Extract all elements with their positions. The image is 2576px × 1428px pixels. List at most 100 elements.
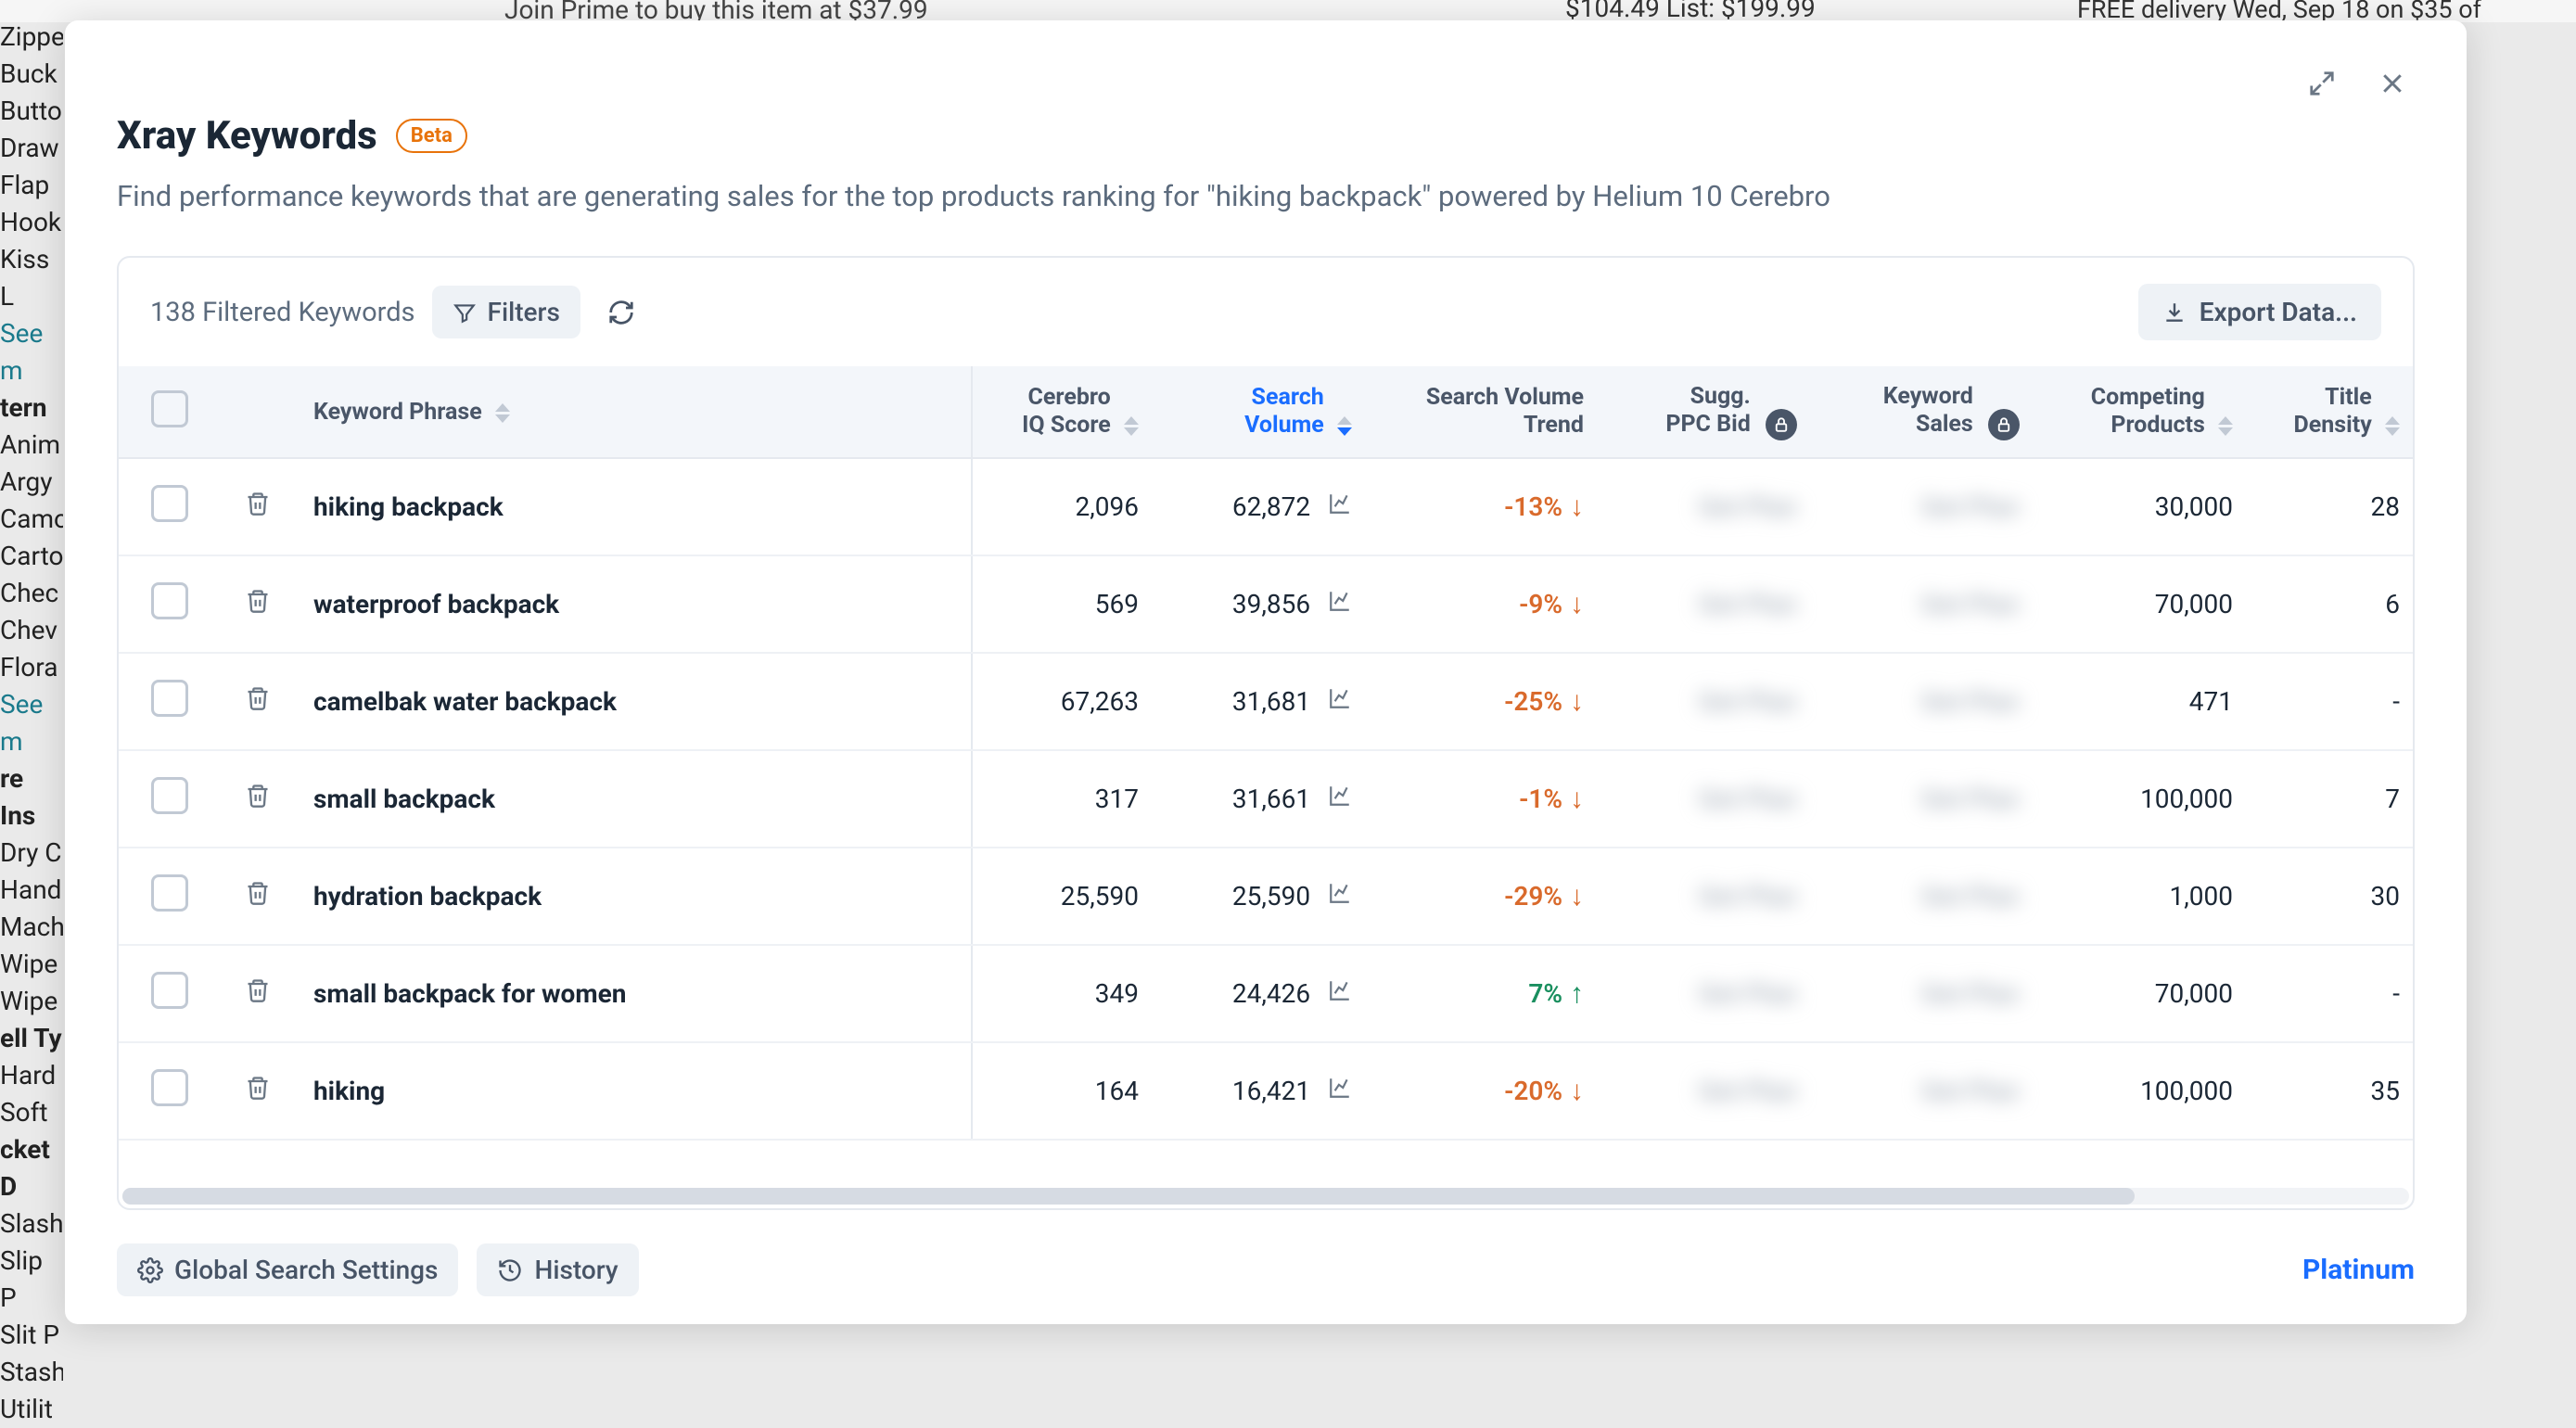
trash-icon[interactable]: [245, 979, 271, 1010]
export-button[interactable]: Export Data...: [2138, 284, 2381, 340]
keyword-phrase[interactable]: small backpack: [313, 784, 495, 814]
modal-footer: Global Search Settings History Platinum: [117, 1210, 2415, 1296]
col-actions: [221, 366, 295, 458]
col-volume[interactable]: SearchVolume: [1157, 366, 1371, 458]
table-row: camelbak water backpack 67,26331,681 -25%…: [119, 653, 2413, 750]
row-checkbox[interactable]: [151, 582, 188, 619]
chart-icon[interactable]: [1328, 881, 1352, 905]
trash-icon[interactable]: [245, 882, 271, 912]
col-ppc[interactable]: Sugg.PPC Bid: [1602, 366, 1816, 458]
table-row: small backpack31731,661 -1%↓Get PlanGet …: [119, 750, 2413, 848]
cell-sales: Get Plan: [1816, 1042, 2038, 1140]
trash-icon[interactable]: [245, 590, 271, 620]
sort-icon: [1337, 416, 1352, 436]
bg-left-filters: ZippeBuckButtoDrawFlapHookKiss LSee mter…: [0, 19, 63, 1428]
table-scroll[interactable]: Keyword Phrase CerebroIQ Score SearchVol…: [119, 366, 2413, 1182]
cell-competing: 100,000: [2038, 750, 2251, 848]
cell-ppc: Get Plan: [1602, 555, 1816, 653]
col-sales[interactable]: KeywordSales: [1816, 366, 2038, 458]
keywords-table: Keyword Phrase CerebroIQ Score SearchVol…: [119, 366, 2413, 1141]
cell-trend: -25%↓: [1371, 653, 1602, 750]
cell-ppc: Get Plan: [1602, 750, 1816, 848]
chart-icon[interactable]: [1328, 589, 1352, 613]
chart-icon[interactable]: [1328, 784, 1352, 808]
col-trend[interactable]: Search VolumeTrend: [1371, 366, 1602, 458]
lock-icon: [1766, 409, 1797, 440]
history-label: History: [534, 1255, 618, 1285]
table-row: hiking backpack2,09662,872 -13%↓Get Plan…: [119, 458, 2413, 555]
modal-title: Xray Keywords: [117, 113, 377, 159]
cell-volume: 31,681: [1157, 653, 1371, 750]
scrollbar-thumb[interactable]: [122, 1188, 2135, 1205]
refresh-button[interactable]: [597, 288, 645, 337]
filter-icon: [453, 300, 477, 325]
col-density[interactable]: TitleDensity: [2251, 366, 2413, 458]
sort-icon: [2218, 416, 2233, 436]
cell-iq: 569: [972, 555, 1157, 653]
cell-competing: 100,000: [2038, 1042, 2251, 1140]
trash-icon[interactable]: [245, 492, 271, 523]
chart-icon[interactable]: [1328, 491, 1352, 516]
cell-volume: 62,872: [1157, 458, 1371, 555]
cell-competing: 1,000: [2038, 848, 2251, 945]
cell-sales: Get Plan: [1816, 458, 2038, 555]
sort-icon: [2385, 416, 2400, 436]
cell-competing: 70,000: [2038, 555, 2251, 653]
trash-icon[interactable]: [245, 1077, 271, 1107]
cell-trend: -1%↓: [1371, 750, 1602, 848]
expand-icon[interactable]: [2303, 65, 2340, 102]
cell-sales: Get Plan: [1816, 555, 2038, 653]
horizontal-scrollbar[interactable]: [122, 1188, 2409, 1205]
keyword-phrase[interactable]: hiking: [313, 1076, 385, 1106]
keyword-phrase[interactable]: camelbak water backpack: [313, 686, 617, 717]
beta-badge: Beta: [396, 119, 467, 153]
col-competing[interactable]: CompetingProducts: [2038, 366, 2251, 458]
cell-density: 28: [2251, 458, 2413, 555]
filters-button[interactable]: Filters: [432, 286, 580, 338]
row-checkbox[interactable]: [151, 777, 188, 814]
cell-ppc: Get Plan: [1602, 458, 1816, 555]
cell-iq: 164: [972, 1042, 1157, 1140]
col-iq[interactable]: CerebroIQ Score: [972, 366, 1157, 458]
cell-iq: 25,590: [972, 848, 1157, 945]
global-settings-button[interactable]: Global Search Settings: [117, 1243, 458, 1296]
row-checkbox[interactable]: [151, 1069, 188, 1106]
history-button[interactable]: History: [477, 1243, 638, 1296]
platinum-link[interactable]: Platinum: [2302, 1254, 2415, 1286]
trash-icon[interactable]: [245, 784, 271, 815]
cell-trend: 7%↑: [1371, 945, 1602, 1042]
cell-volume: 25,590: [1157, 848, 1371, 945]
cell-iq: 67,263: [972, 653, 1157, 750]
history-icon: [497, 1257, 523, 1283]
col-checkbox[interactable]: [119, 366, 221, 458]
cell-ppc: Get Plan: [1602, 945, 1816, 1042]
close-icon[interactable]: [2374, 65, 2411, 102]
keyword-phrase[interactable]: hiking backpack: [313, 491, 504, 522]
chart-icon[interactable]: [1328, 1076, 1352, 1100]
row-checkbox[interactable]: [151, 972, 188, 1009]
keyword-phrase[interactable]: small backpack for women: [313, 978, 626, 1009]
cell-trend: -20%↓: [1371, 1042, 1602, 1140]
col-keyword[interactable]: Keyword Phrase: [295, 366, 972, 458]
row-checkbox[interactable]: [151, 485, 188, 522]
download-icon: [2162, 300, 2187, 325]
chart-icon[interactable]: [1328, 978, 1352, 1002]
chart-icon[interactable]: [1328, 686, 1352, 710]
trash-icon[interactable]: [245, 687, 271, 718]
col-keyword-label: Keyword Phrase: [313, 399, 482, 426]
cell-sales: Get Plan: [1816, 945, 2038, 1042]
cell-ppc: Get Plan: [1602, 848, 1816, 945]
filtered-count: 138 Filtered Keywords: [150, 297, 415, 328]
refresh-icon: [607, 299, 635, 326]
cell-volume: 16,421: [1157, 1042, 1371, 1140]
keywords-table-card: 138 Filtered Keywords Filters Export Dat…: [117, 256, 2415, 1210]
row-checkbox[interactable]: [151, 680, 188, 717]
cell-density: -: [2251, 653, 2413, 750]
keyword-phrase[interactable]: hydration backpack: [313, 881, 542, 912]
keyword-phrase[interactable]: waterproof backpack: [313, 589, 559, 619]
cell-iq: 349: [972, 945, 1157, 1042]
cell-sales: Get Plan: [1816, 750, 2038, 848]
cell-density: 7: [2251, 750, 2413, 848]
select-all-checkbox[interactable]: [151, 390, 188, 427]
row-checkbox[interactable]: [151, 874, 188, 912]
